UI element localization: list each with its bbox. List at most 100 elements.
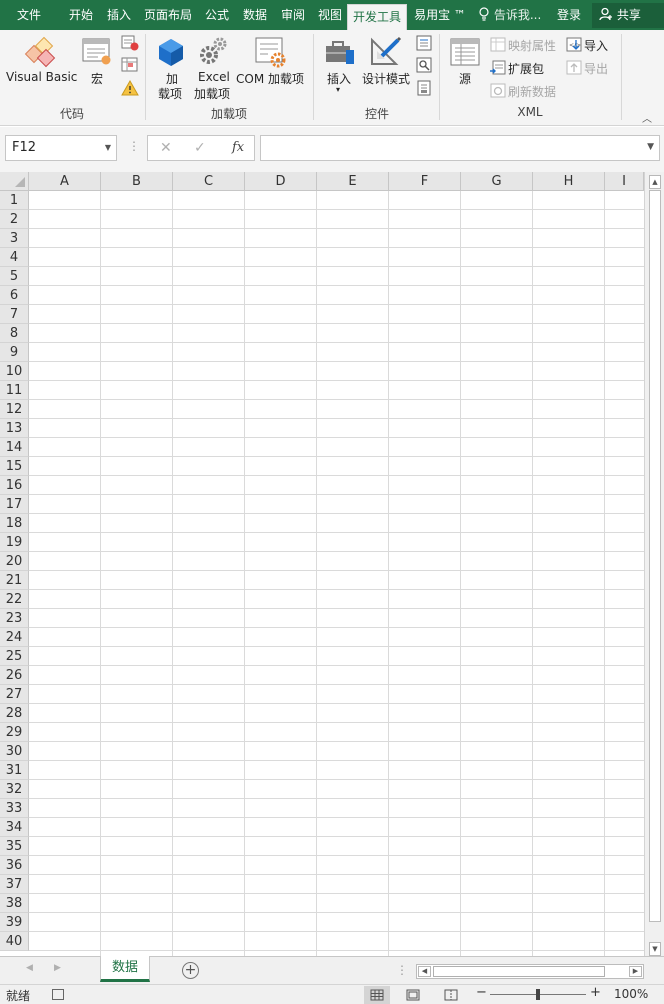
row-header[interactable]: 36: [0, 856, 29, 875]
row-header[interactable]: 12: [0, 400, 29, 419]
row-header[interactable]: 10: [0, 362, 29, 381]
normal-view-button[interactable]: [364, 986, 390, 1004]
column-header[interactable]: B: [101, 172, 173, 191]
row-header[interactable]: 28: [0, 704, 29, 723]
macro-security-icon[interactable]: [121, 80, 139, 96]
prev-sheet-icon[interactable]: ◀: [26, 963, 33, 973]
row-header[interactable]: 4: [0, 248, 29, 267]
zoom-level[interactable]: 100%: [614, 987, 648, 1001]
add-sheet-icon[interactable]: +: [182, 962, 199, 979]
row-header[interactable]: 34: [0, 818, 29, 837]
tab-formulas[interactable]: 公式: [199, 0, 235, 30]
column-header[interactable]: A: [29, 172, 101, 191]
select-all-button[interactable]: [0, 172, 29, 191]
row-header[interactable]: 25: [0, 647, 29, 666]
chevron-down-icon[interactable]: ▼: [647, 142, 654, 152]
column-header[interactable]: H: [533, 172, 605, 191]
tab-developer[interactable]: 开发工具: [347, 4, 407, 30]
row-header[interactable]: 38: [0, 894, 29, 913]
horizontal-scrollbar[interactable]: ◀ ▶: [416, 964, 644, 979]
run-dialog-icon[interactable]: [416, 80, 432, 96]
scroll-down-icon[interactable]: ▼: [649, 942, 661, 956]
column-header[interactable]: E: [317, 172, 389, 191]
row-header[interactable]: 40: [0, 932, 29, 951]
row-header[interactable]: 37: [0, 875, 29, 894]
chevron-down-icon[interactable]: ▼: [105, 136, 111, 160]
row-header[interactable]: 30: [0, 742, 29, 761]
row-header[interactable]: 31: [0, 761, 29, 780]
tab-data[interactable]: 数据: [237, 0, 273, 30]
row-header[interactable]: 29: [0, 723, 29, 742]
row-header[interactable]: 2: [0, 210, 29, 229]
horizontal-scroll-thumb[interactable]: [433, 966, 605, 977]
row-header[interactable]: 14: [0, 438, 29, 457]
relative-reference-icon[interactable]: [121, 57, 139, 73]
column-header[interactable]: I: [605, 172, 644, 191]
row-header[interactable]: 16: [0, 476, 29, 495]
formula-input[interactable]: ▼: [260, 135, 660, 161]
tell-me-search[interactable]: 告诉我...: [478, 0, 541, 30]
cancel-icon[interactable]: ✕: [160, 140, 172, 156]
view-code-icon[interactable]: [416, 57, 432, 73]
zoom-in-button[interactable]: +: [590, 985, 601, 1000]
tab-page-layout[interactable]: 页面布局: [139, 0, 197, 30]
scroll-right-icon[interactable]: ▶: [629, 966, 642, 977]
row-header[interactable]: 26: [0, 666, 29, 685]
sign-in-button[interactable]: 登录: [557, 0, 581, 30]
row-header[interactable]: 6: [0, 286, 29, 305]
zoom-out-button[interactable]: −: [476, 985, 487, 1000]
row-header[interactable]: 19: [0, 533, 29, 552]
zoom-slider-thumb[interactable]: [536, 989, 540, 1000]
column-header[interactable]: G: [461, 172, 533, 191]
column-header[interactable]: C: [173, 172, 245, 191]
scroll-up-icon[interactable]: ▲: [649, 175, 661, 189]
tab-split-grip[interactable]: ⋮: [396, 963, 408, 977]
vertical-scroll-thumb[interactable]: [649, 190, 661, 922]
macro-record-icon[interactable]: [52, 989, 64, 1000]
confirm-icon[interactable]: ✓: [194, 140, 206, 156]
tab-file[interactable]: 文件: [0, 0, 58, 30]
row-header[interactable]: 39: [0, 913, 29, 932]
page-break-view-button[interactable]: [438, 986, 464, 1004]
record-macro-icon[interactable]: [121, 35, 139, 51]
row-header[interactable]: 13: [0, 419, 29, 438]
row-header[interactable]: 33: [0, 799, 29, 818]
row-header[interactable]: 21: [0, 571, 29, 590]
column-header[interactable]: F: [389, 172, 461, 191]
row-header[interactable]: 18: [0, 514, 29, 533]
cell-area[interactable]: [29, 191, 644, 956]
row-header[interactable]: 1: [0, 191, 29, 210]
insert-function-icon[interactable]: fx: [232, 140, 244, 155]
tab-insert[interactable]: 插入: [101, 0, 137, 30]
row-header[interactable]: 35: [0, 837, 29, 856]
row-header[interactable]: 27: [0, 685, 29, 704]
scroll-left-icon[interactable]: ◀: [418, 966, 431, 977]
column-header[interactable]: D: [245, 172, 317, 191]
row-header[interactable]: 24: [0, 628, 29, 647]
share-button[interactable]: 共享: [592, 3, 664, 28]
row-header[interactable]: 7: [0, 305, 29, 324]
collapse-ribbon-icon[interactable]: ︿: [642, 110, 652, 125]
row-header[interactable]: 32: [0, 780, 29, 799]
row-header[interactable]: 23: [0, 609, 29, 628]
tab-easy-tools[interactable]: 易用宝 ™: [410, 0, 470, 30]
row-header[interactable]: 20: [0, 552, 29, 571]
page-layout-view-button[interactable]: [400, 986, 426, 1004]
properties-icon[interactable]: [416, 35, 432, 51]
tab-home[interactable]: 开始: [63, 0, 99, 30]
sheet-tab-data[interactable]: 数据: [100, 956, 150, 982]
row-header[interactable]: 8: [0, 324, 29, 343]
formula-bar-grip[interactable]: ⋮: [128, 139, 140, 153]
next-sheet-icon[interactable]: ▶: [54, 963, 61, 973]
tab-view[interactable]: 视图: [312, 0, 348, 30]
name-box[interactable]: F12 ▼: [5, 135, 117, 161]
row-header[interactable]: 22: [0, 590, 29, 609]
row-header[interactable]: 15: [0, 457, 29, 476]
row-header[interactable]: 11: [0, 381, 29, 400]
row-header[interactable]: 3: [0, 229, 29, 248]
row-header[interactable]: 9: [0, 343, 29, 362]
row-header[interactable]: 17: [0, 495, 29, 514]
row-header[interactable]: 5: [0, 267, 29, 286]
tab-review[interactable]: 审阅: [275, 0, 311, 30]
vertical-scrollbar[interactable]: ▲ ▼: [644, 172, 664, 956]
